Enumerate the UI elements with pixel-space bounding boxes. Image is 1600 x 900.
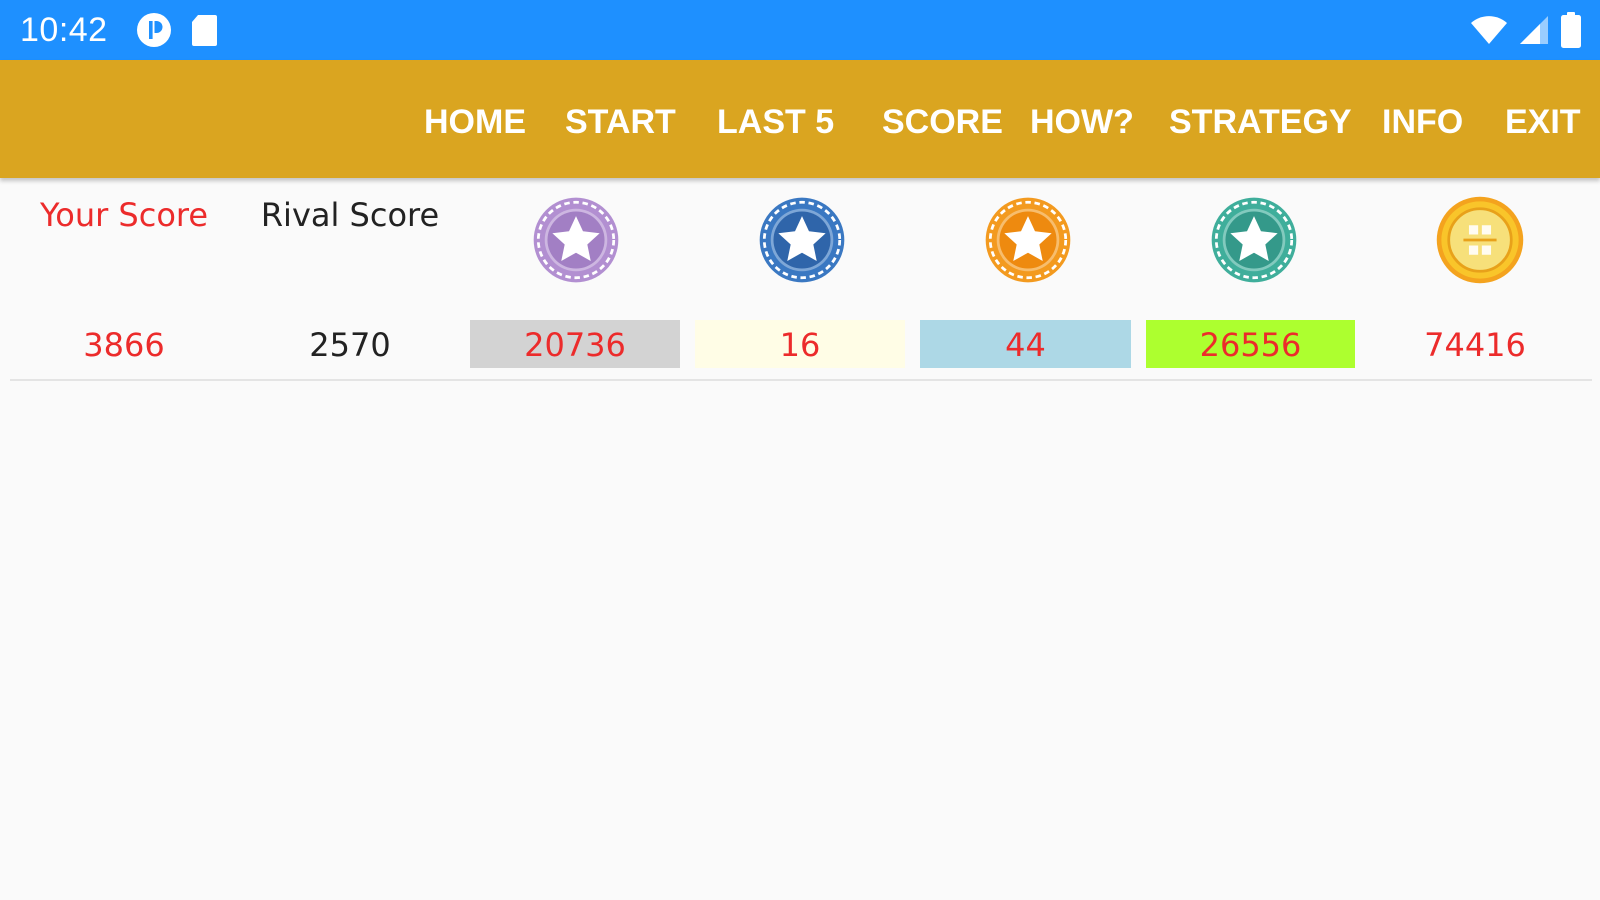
battery-icon [1560,12,1582,48]
wifi-icon [1470,15,1508,45]
action-bar: HOME START LAST 5 SCORE HOW? STRATEGY IN… [0,60,1600,178]
gold-coin-value: 74416 [1424,326,1526,364]
teal-star-badge-icon [1208,194,1300,286]
scoreboard: Your Score Rival Score 3866 2570 20736 1… [0,178,1600,900]
menu-info[interactable]: INFO [1382,60,1463,178]
your-score-value: 3866 [83,326,165,364]
menu-how[interactable]: HOW? [1030,60,1134,178]
purple-star-badge-icon [530,194,622,286]
menu-exit[interactable]: EXIT [1505,60,1581,178]
status-left: 10:42 [20,11,236,50]
teal-badge-value: 26556 [1146,320,1355,368]
menu-start[interactable]: START [565,60,676,178]
status-right [1470,12,1582,48]
status-time: 10:42 [20,10,108,49]
blue-badge-value: 16 [695,320,905,368]
menu-last-5[interactable]: LAST 5 [717,60,834,178]
rival-score-label: Rival Score [260,196,440,234]
menu-score[interactable]: SCORE [882,60,1003,178]
gold-coin-icon [1434,194,1526,286]
menu-strategy[interactable]: STRATEGY [1169,60,1352,178]
row-divider [10,379,1592,381]
purple-badge-value: 20736 [470,320,680,368]
blue-star-badge-icon [756,194,848,286]
orange-badge-value: 44 [920,320,1131,368]
sd-card-icon [190,13,218,47]
your-score-label: Your Score [39,196,209,234]
rival-score-value: 2570 [309,326,391,364]
orange-star-badge-icon [982,194,1074,286]
cellular-signal-icon [1518,15,1550,45]
menu-home[interactable]: HOME [424,60,526,178]
notification-p-icon [136,12,172,48]
status-bar: 10:42 [0,0,1600,60]
